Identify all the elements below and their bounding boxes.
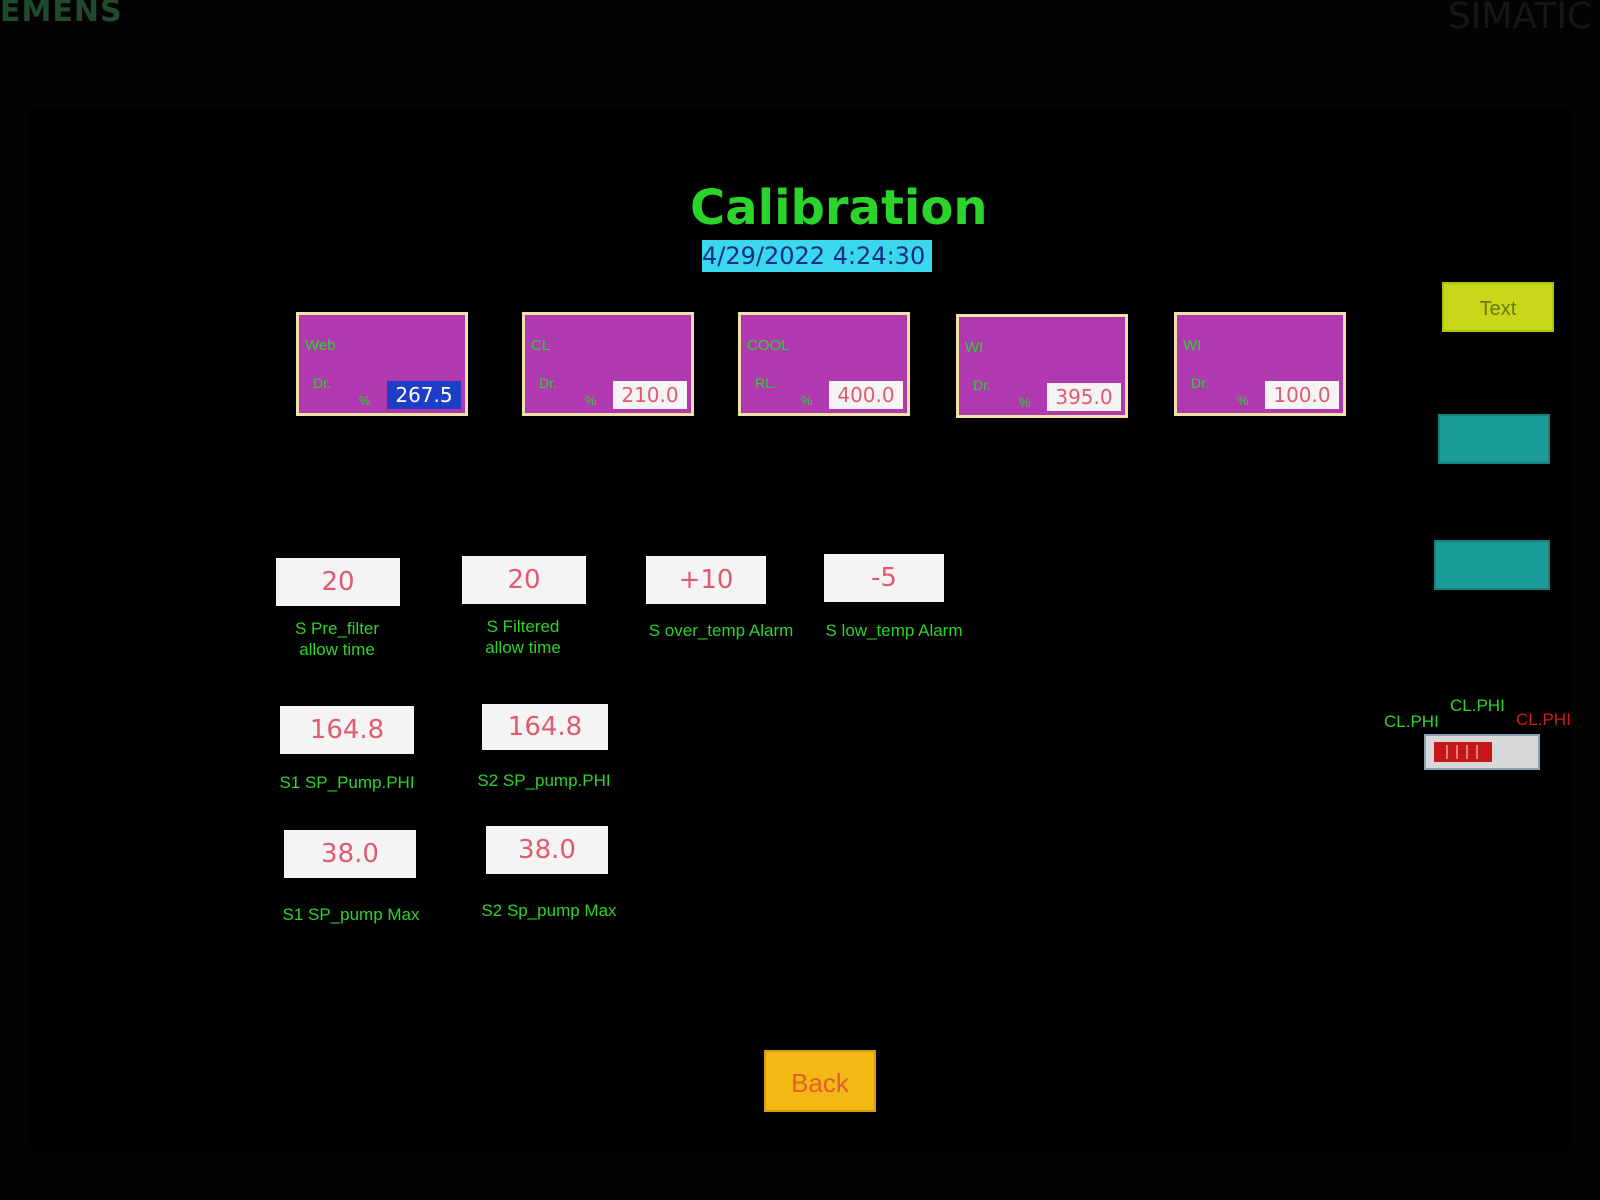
pre-filter-allow-time-label: S Pre_filter allow time: [262, 618, 412, 660]
panel-web-dr: Web Dr. % 267.5: [296, 312, 468, 416]
switch-knob[interactable]: [1434, 742, 1492, 762]
panel-label: WI: [1183, 337, 1202, 354]
panel-wi-dr-2: WI Dr. % 100.0: [1174, 312, 1346, 416]
panel-label: WI: [965, 339, 984, 356]
panel-label: CL: [531, 337, 551, 354]
panel-value-input[interactable]: 100.0: [1265, 381, 1339, 409]
device-model-label: SIMATIC: [1447, 0, 1592, 37]
teal-button-2[interactable]: [1434, 540, 1550, 590]
pre-filter-allow-time-input[interactable]: 20: [276, 558, 400, 606]
s2-sp-pump-phi-input[interactable]: 164.8: [482, 704, 608, 750]
switch-label-top: CL.PHI: [1450, 696, 1505, 715]
panel-sublabel: RL.: [755, 375, 777, 391]
panel-sublabel: Dr.: [539, 375, 557, 391]
percent-unit: %: [1237, 393, 1249, 408]
s2-sp-pump-max-label: S2 Sp_pump Max: [481, 901, 617, 920]
back-button[interactable]: Back: [764, 1050, 876, 1112]
panel-cl-dr: CL Dr. % 210.0: [522, 312, 694, 416]
over-temp-alarm-input[interactable]: +10: [646, 556, 766, 604]
s1-sp-pump-max-label: S1 SP_pump Max: [282, 905, 420, 924]
label-line: S Pre_filter: [294, 619, 380, 638]
cl-phi-toggle-switch[interactable]: [1424, 734, 1540, 770]
s1-sp-pump-phi-input[interactable]: 164.8: [280, 706, 414, 754]
low-temp-alarm-input[interactable]: -5: [824, 554, 944, 602]
percent-unit: %: [1019, 395, 1031, 410]
page-title: Calibration: [690, 180, 988, 236]
s1-sp-pump-max-input[interactable]: 38.0: [284, 830, 416, 878]
panel-value-input[interactable]: 400.0: [829, 381, 903, 409]
panel-value-input[interactable]: 210.0: [613, 381, 687, 409]
panel-sublabel: Dr.: [313, 375, 331, 391]
datetime-display: 4/29/2022 4:24:30 PM: [702, 240, 932, 272]
panel-cool-rl: COOL RL. % 400.0: [738, 312, 910, 416]
low-temp-alarm-label: S low_temp Alarm: [825, 621, 963, 640]
label-line: allow time: [485, 638, 561, 657]
s1-sp-pump-phi-label: S1 SP_Pump.PHI: [279, 773, 415, 792]
over-temp-alarm-label: S over_temp Alarm: [648, 621, 794, 640]
label-line: S Filtered: [486, 617, 560, 636]
brand-logo: EMENS: [0, 0, 123, 29]
panel-sublabel: Dr.: [973, 377, 991, 393]
percent-unit: %: [801, 393, 813, 408]
panel-label: COOL: [747, 337, 790, 354]
s2-sp-pump-phi-label: S2 SP_pump.PHI: [477, 771, 611, 790]
filtered-allow-time-input[interactable]: 20: [462, 556, 586, 604]
s2-sp-pump-max-input[interactable]: 38.0: [486, 826, 608, 874]
label-line: allow time: [299, 640, 375, 659]
panel-wi-dr-1: WI Dr. % 395.0: [956, 314, 1128, 418]
panel-label: Web: [305, 337, 336, 354]
percent-unit: %: [585, 393, 597, 408]
panel-value-input[interactable]: 267.5: [387, 381, 461, 409]
switch-label-right: CL.PHI: [1516, 710, 1571, 729]
filtered-allow-time-label: S Filtered allow time: [448, 616, 598, 658]
teal-button-1[interactable]: [1438, 414, 1550, 464]
panel-sublabel: Dr.: [1191, 375, 1209, 391]
panel-value-input[interactable]: 395.0: [1047, 383, 1121, 411]
percent-unit: %: [359, 393, 371, 408]
text-button[interactable]: Text: [1442, 282, 1554, 332]
switch-label-left: CL.PHI: [1384, 712, 1439, 731]
